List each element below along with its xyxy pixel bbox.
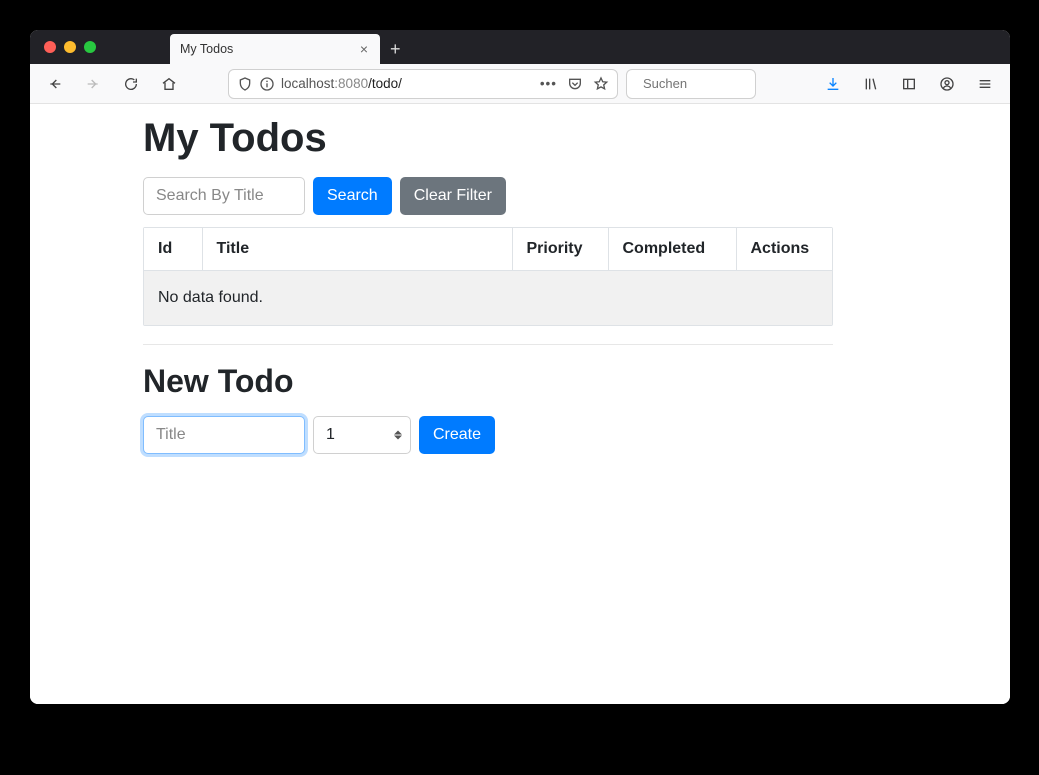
search-form: Search Clear Filter (143, 177, 833, 215)
menu-button[interactable] (970, 69, 1000, 99)
more-icon[interactable]: ••• (540, 76, 557, 91)
panel-icon (901, 76, 917, 92)
reload-icon (123, 76, 139, 92)
arrow-left-icon (47, 76, 63, 92)
arrow-right-icon (85, 76, 101, 92)
col-id: Id (144, 228, 202, 271)
browser-tab[interactable]: My Todos × (170, 34, 380, 64)
pocket-icon[interactable] (567, 76, 583, 92)
info-icon (259, 76, 275, 92)
download-icon (825, 76, 841, 92)
create-button[interactable]: Create (419, 416, 495, 454)
new-todo-heading: New Todo (143, 363, 833, 400)
home-button[interactable] (154, 69, 184, 99)
downloads-button[interactable] (818, 69, 848, 99)
todos-table: Id Title Priority Completed Actions No d… (143, 227, 833, 326)
reload-button[interactable] (116, 69, 146, 99)
divider (143, 344, 833, 345)
forward-button (78, 69, 108, 99)
browser-window: My Todos × + localhost:8080/todo/ ••• (30, 30, 1010, 704)
table-header-row: Id Title Priority Completed Actions (144, 228, 832, 271)
account-button[interactable] (932, 69, 962, 99)
table-empty-row: No data found. (144, 271, 832, 326)
chevron-updown-icon (394, 431, 402, 440)
search-bar[interactable] (626, 69, 756, 99)
close-tab-icon[interactable]: × (358, 39, 370, 59)
empty-message: No data found. (144, 271, 832, 326)
search-title-input[interactable] (143, 177, 305, 215)
col-completed: Completed (608, 228, 736, 271)
close-window-icon[interactable] (44, 41, 56, 53)
search-input[interactable] (641, 75, 821, 92)
window-controls (40, 30, 104, 64)
library-icon (863, 76, 879, 92)
minimize-window-icon[interactable] (64, 41, 76, 53)
priority-selected: 1 (326, 426, 335, 444)
new-tab-button[interactable]: + (380, 34, 411, 64)
home-icon (161, 76, 177, 92)
star-icon[interactable] (593, 76, 609, 92)
col-actions: Actions (736, 228, 832, 271)
page-title: My Todos (143, 116, 833, 161)
address-bar[interactable]: localhost:8080/todo/ ••• (228, 69, 618, 99)
back-button[interactable] (40, 69, 70, 99)
clear-filter-button[interactable]: Clear Filter (400, 177, 506, 215)
new-todo-title-input[interactable] (143, 416, 305, 454)
library-button[interactable] (856, 69, 886, 99)
new-todo-form: 1 Create (143, 416, 833, 454)
url-host: localhost (281, 76, 334, 91)
col-title: Title (202, 228, 512, 271)
search-button[interactable]: Search (313, 177, 392, 215)
sidebar-button[interactable] (894, 69, 924, 99)
url-text: localhost:8080/todo/ (281, 76, 534, 91)
url-path: /todo/ (368, 76, 402, 91)
hamburger-icon (977, 76, 993, 92)
page-body: My Todos Search Clear Filter Id Title Pr… (30, 104, 1010, 704)
app-container: My Todos Search Clear Filter Id Title Pr… (143, 104, 833, 474)
shield-icon (237, 76, 253, 92)
maximize-window-icon[interactable] (84, 41, 96, 53)
col-priority: Priority (512, 228, 608, 271)
tab-strip: My Todos × + (30, 30, 1010, 64)
priority-select[interactable]: 1 (313, 416, 411, 454)
url-port: :8080 (334, 76, 368, 91)
tab-title: My Todos (180, 42, 358, 56)
browser-toolbar: localhost:8080/todo/ ••• (30, 64, 1010, 104)
account-icon (939, 76, 955, 92)
